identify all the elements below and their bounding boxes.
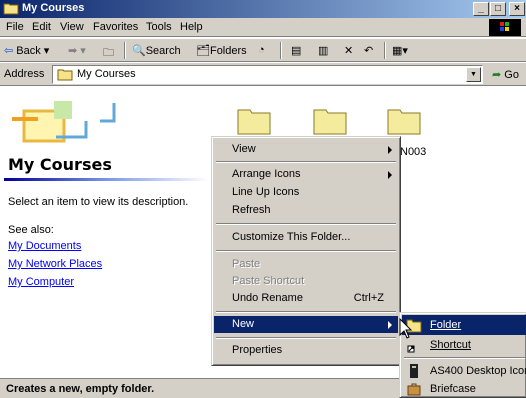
menu-item-line-up-icons[interactable]: Line Up Icons — [214, 184, 398, 201]
standard-toolbar: ⇦ Back ▾ ➡ ▾ 🗀 🔍Search 🗂Folders ◔ ▤ ▥ ✕ … — [0, 38, 526, 62]
menu-separator — [216, 161, 396, 163]
menu-item-properties[interactable]: Properties — [214, 342, 398, 359]
menu-separator — [404, 357, 525, 359]
link-my-documents[interactable]: My Documents — [8, 240, 81, 252]
menu-bar: File Edit View Favorites Tools Help — [0, 18, 526, 37]
up-folder-icon[interactable]: 🗀 — [103, 44, 114, 63]
maximize-button[interactable]: □ — [490, 2, 506, 16]
folder-graphic-icon — [12, 101, 116, 143]
menu-separator — [216, 337, 396, 339]
panel-description: Select an item to view its description. — [8, 196, 189, 208]
move-to-icon[interactable]: ▤ — [291, 44, 301, 57]
submenu-item-shortcut[interactable]: Shortcut — [402, 335, 526, 355]
close-button[interactable]: × — [509, 2, 525, 16]
shortcut-label: Ctrl+Z — [353, 292, 384, 304]
folder-icon[interactable] — [387, 107, 421, 135]
address-bar: Address My Courses ▼ ➦ Go — [0, 63, 526, 86]
menu-separator — [216, 250, 396, 252]
back-arrow-icon: ⇦ — [4, 45, 14, 57]
menu-separator — [216, 223, 396, 225]
windows-logo-icon — [489, 19, 521, 36]
submenu-arrow-icon — [388, 171, 392, 179]
folders-button[interactable]: 🗂Folders — [196, 44, 247, 57]
address-dropdown-button[interactable]: ▼ — [466, 67, 481, 82]
address-label: Address — [4, 68, 45, 80]
go-arrow-icon: ➦ — [492, 69, 502, 81]
menu-file[interactable]: File — [6, 21, 24, 33]
go-button[interactable]: ➦ Go — [492, 68, 519, 81]
delete-icon[interactable]: ✕ — [344, 44, 353, 57]
briefcase-icon — [407, 383, 421, 396]
menu-item-arrange-icons[interactable]: Arrange Icons — [214, 166, 398, 183]
toolbar-separator — [280, 42, 282, 59]
submenu-item-briefcase[interactable]: Briefcase — [402, 379, 526, 398]
title-bar: My Courses _ □ × — [0, 0, 526, 18]
web-view-panel: My Courses Select an item to view its de… — [0, 87, 212, 377]
new-submenu: Folder Shortcut AS400 Desktop Icon Brief… — [399, 312, 526, 398]
folder-icon[interactable] — [313, 107, 347, 135]
menu-item-paste: Paste — [232, 258, 261, 270]
minimize-button[interactable]: _ — [473, 2, 489, 16]
menu-item-view[interactable]: View — [214, 141, 398, 158]
toolbar-separator — [384, 42, 386, 59]
menu-help[interactable]: Help — [180, 21, 203, 33]
see-also-label: See also: — [8, 224, 54, 236]
views-icon[interactable]: ▦▾ — [392, 44, 408, 57]
link-my-network-places[interactable]: My Network Places — [8, 258, 102, 270]
menu-favorites[interactable]: Favorites — [93, 21, 138, 33]
submenu-arrow-icon — [388, 146, 392, 154]
menu-item-new[interactable]: New — [214, 316, 398, 333]
menu-item-undo-rename[interactable]: Undo Rename Ctrl+Z — [214, 290, 398, 307]
link-my-computer[interactable]: My Computer — [8, 276, 74, 288]
folder-label[interactable]: N003 — [400, 146, 426, 158]
history-icon[interactable]: ◔ — [258, 44, 265, 56]
address-field[interactable]: My Courses ▼ — [52, 65, 483, 84]
folder-icon[interactable] — [237, 107, 271, 135]
menu-separator — [216, 311, 396, 313]
menu-item-customize[interactable]: Customize This Folder... — [214, 229, 398, 246]
panel-title: My Courses — [8, 155, 112, 174]
submenu-arrow-icon — [388, 321, 392, 329]
copy-to-icon[interactable]: ▥ — [318, 44, 328, 57]
search-button[interactable]: 🔍Search — [132, 44, 181, 57]
as400-icon — [410, 364, 418, 378]
folders-icon: 🗂 — [196, 45, 210, 57]
submenu-item-as400[interactable]: AS400 Desktop Icon — [402, 361, 526, 381]
search-icon: 🔍 — [132, 45, 146, 57]
window-title: My Courses — [22, 2, 85, 14]
address-value: My Courses — [77, 68, 136, 80]
submenu-item-folder[interactable]: Folder — [402, 315, 526, 335]
folder-icon — [57, 69, 73, 81]
menu-item-refresh[interactable]: Refresh — [214, 202, 398, 219]
panel-divider — [4, 178, 209, 181]
forward-button[interactable]: ➡ ▾ — [68, 44, 86, 57]
mouse-cursor-icon — [399, 318, 413, 339]
folder-icon — [3, 3, 19, 15]
menu-edit[interactable]: Edit — [32, 21, 51, 33]
context-menu: View Arrange Icons Line Up Icons Refresh… — [211, 136, 401, 366]
menu-tools[interactable]: Tools — [146, 21, 172, 33]
menu-view[interactable]: View — [60, 21, 84, 33]
undo-icon[interactable]: ↶ — [364, 44, 373, 57]
back-button[interactable]: ⇦ Back ▾ — [4, 44, 49, 57]
toolbar-separator — [124, 42, 126, 59]
menu-item-paste-shortcut: Paste Shortcut — [232, 275, 305, 287]
status-text: Creates a new, empty folder. — [6, 383, 155, 395]
